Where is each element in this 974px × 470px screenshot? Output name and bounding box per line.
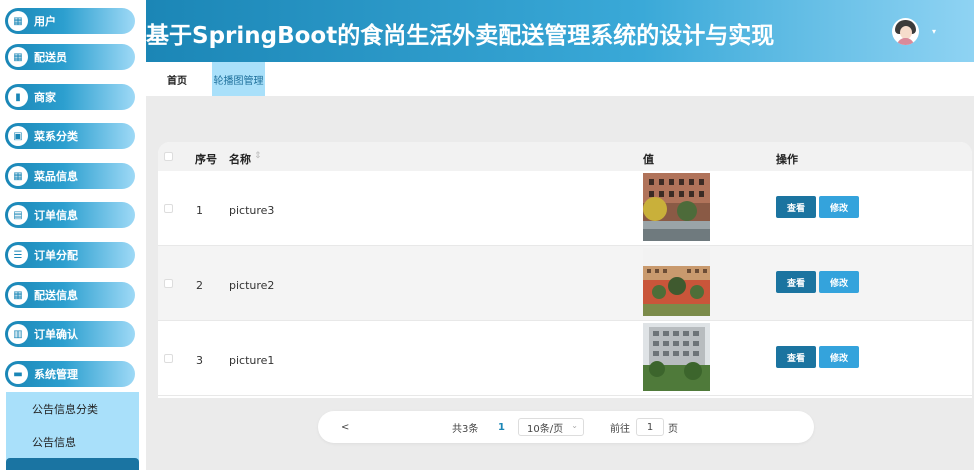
sidebar-item-label: 菜品信息 bbox=[34, 170, 78, 183]
sidebar-item-order-assignment[interactable]: ☰ 订单分配 bbox=[5, 242, 135, 268]
row-checkbox[interactable] bbox=[164, 204, 173, 213]
row-thumbnail-image bbox=[643, 248, 710, 316]
sidebar-item-label: 配送员 bbox=[34, 51, 67, 64]
submenu-item-label: 公告信息分类 bbox=[32, 402, 98, 416]
sidebar-item-users[interactable]: ▦ 用户 bbox=[5, 8, 135, 34]
sidebar-item-label: 商家 bbox=[34, 91, 56, 104]
pagination: < 共3条 1 10条/页 ⌄ 前往 页 bbox=[318, 411, 814, 443]
sidebar-item-orders[interactable]: ▤ 订单信息 bbox=[5, 202, 135, 228]
sidebar-item-system-management[interactable]: ▬ 系统管理 bbox=[5, 361, 135, 387]
clipboard-icon: ▣ bbox=[8, 126, 28, 146]
edit-button[interactable]: 修改 bbox=[819, 346, 859, 368]
column-header-actions: 操作 bbox=[776, 153, 798, 166]
message-icon: ▬ bbox=[8, 364, 28, 384]
row-checkbox[interactable] bbox=[164, 354, 173, 363]
sidebar-item-label: 订单确认 bbox=[34, 328, 78, 341]
grid-icon: ▦ bbox=[8, 47, 28, 67]
goto-label: 前往 bbox=[610, 423, 630, 435]
sidebar-item-merchants[interactable]: ▮ 商家 bbox=[5, 84, 135, 110]
sidebar-item-label: 菜系分类 bbox=[34, 130, 78, 143]
submenu-item-label: 公告信息 bbox=[32, 435, 76, 449]
page-size-value: 10条/页 bbox=[527, 423, 564, 435]
table-row: 2 picture2 查看 修改 bbox=[158, 246, 972, 321]
document-icon: ▤ bbox=[8, 205, 28, 225]
page-suffix-label: 页 bbox=[668, 423, 678, 435]
row-index: 2 bbox=[196, 279, 203, 292]
sidebar-item-order-confirmation[interactable]: ▥ 订单确认 bbox=[5, 321, 135, 347]
view-button[interactable]: 查看 bbox=[776, 196, 816, 218]
sidebar-item-cuisine-categories[interactable]: ▣ 菜系分类 bbox=[5, 123, 135, 149]
view-button[interactable]: 查看 bbox=[776, 346, 816, 368]
table-row: 3 picture1 查看 修改 bbox=[158, 321, 972, 396]
sidebar: ▦ 用户 ▦ 配送员 ▮ 商家 ▣ 菜系分类 ▦ 菜品信息 ▤ 订单信息 ☰ 订… bbox=[0, 0, 146, 470]
chevron-down-icon[interactable]: ▾ bbox=[932, 27, 936, 36]
avatar[interactable] bbox=[892, 18, 919, 45]
table-row: 1 picture3 查看 修改 bbox=[158, 171, 972, 246]
row-name: picture2 bbox=[229, 279, 275, 292]
book-icon: ▥ bbox=[8, 324, 28, 344]
column-header-index: 序号 bbox=[195, 153, 217, 166]
top-header: 基于SpringBoot的食尚生活外卖配送管理系统的设计与实现 ▾ bbox=[146, 0, 974, 62]
total-count: 共3条 bbox=[452, 423, 479, 435]
sort-icon[interactable]: ⇕ bbox=[254, 151, 262, 161]
row-thumbnail-image bbox=[643, 173, 710, 241]
column-header-value: 值 bbox=[643, 153, 654, 166]
sidebar-item-label: 订单分配 bbox=[34, 249, 78, 262]
row-index: 3 bbox=[196, 354, 203, 367]
sidebar-item-delivery[interactable]: ▦ 配送信息 bbox=[5, 282, 135, 308]
goto-page-input[interactable] bbox=[636, 418, 664, 436]
row-name: picture1 bbox=[229, 354, 275, 367]
bar-chart-icon: ▮ bbox=[8, 87, 28, 107]
sidebar-item-label: 系统管理 bbox=[34, 368, 78, 381]
system-submenu: 公告信息分类 公告信息 bbox=[6, 392, 139, 470]
submenu-item-carousel-active[interactable] bbox=[6, 458, 139, 470]
sidebar-item-label: 订单信息 bbox=[34, 209, 78, 222]
page-size-select[interactable]: 10条/页 ⌄ bbox=[518, 418, 584, 436]
list-icon: ☰ bbox=[8, 245, 28, 265]
page-title: 基于SpringBoot的食尚生活外卖配送管理系统的设计与实现 bbox=[146, 23, 775, 49]
grid-icon: ▦ bbox=[8, 166, 28, 186]
submenu-item-notices[interactable]: 公告信息 bbox=[6, 425, 139, 458]
submenu-item-notice-categories[interactable]: 公告信息分类 bbox=[6, 392, 139, 425]
breadcrumb: 首页 轮播图管理 bbox=[146, 62, 974, 96]
tab-home[interactable]: 首页 bbox=[167, 62, 187, 96]
data-table: 序号 名称 ⇕ 值 操作 1 picture3 查看 修改 2 picture2… bbox=[158, 142, 972, 398]
select-all-checkbox[interactable] bbox=[164, 152, 173, 161]
sidebar-item-couriers[interactable]: ▦ 配送员 bbox=[5, 44, 135, 70]
table-header: 序号 名称 ⇕ 值 操作 bbox=[158, 142, 972, 171]
chevron-down-icon: ⌄ bbox=[571, 421, 578, 430]
tab-carousel-management[interactable]: 轮播图管理 bbox=[212, 62, 265, 96]
row-name: picture3 bbox=[229, 204, 275, 217]
sidebar-item-label: 配送信息 bbox=[34, 289, 78, 302]
grid-icon: ▦ bbox=[8, 11, 28, 31]
column-header-name[interactable]: 名称 bbox=[229, 151, 251, 167]
edit-button[interactable]: 修改 bbox=[819, 271, 859, 293]
prev-page-button[interactable]: < bbox=[341, 411, 349, 443]
edit-button[interactable]: 修改 bbox=[819, 196, 859, 218]
row-checkbox[interactable] bbox=[164, 279, 173, 288]
sidebar-item-dishes[interactable]: ▦ 菜品信息 bbox=[5, 163, 135, 189]
page-number-current[interactable]: 1 bbox=[498, 411, 505, 443]
grid-icon: ▦ bbox=[8, 285, 28, 305]
row-index: 1 bbox=[196, 204, 203, 217]
view-button[interactable]: 查看 bbox=[776, 271, 816, 293]
row-thumbnail-image bbox=[643, 323, 710, 391]
sidebar-item-label: 用户 bbox=[34, 15, 56, 28]
